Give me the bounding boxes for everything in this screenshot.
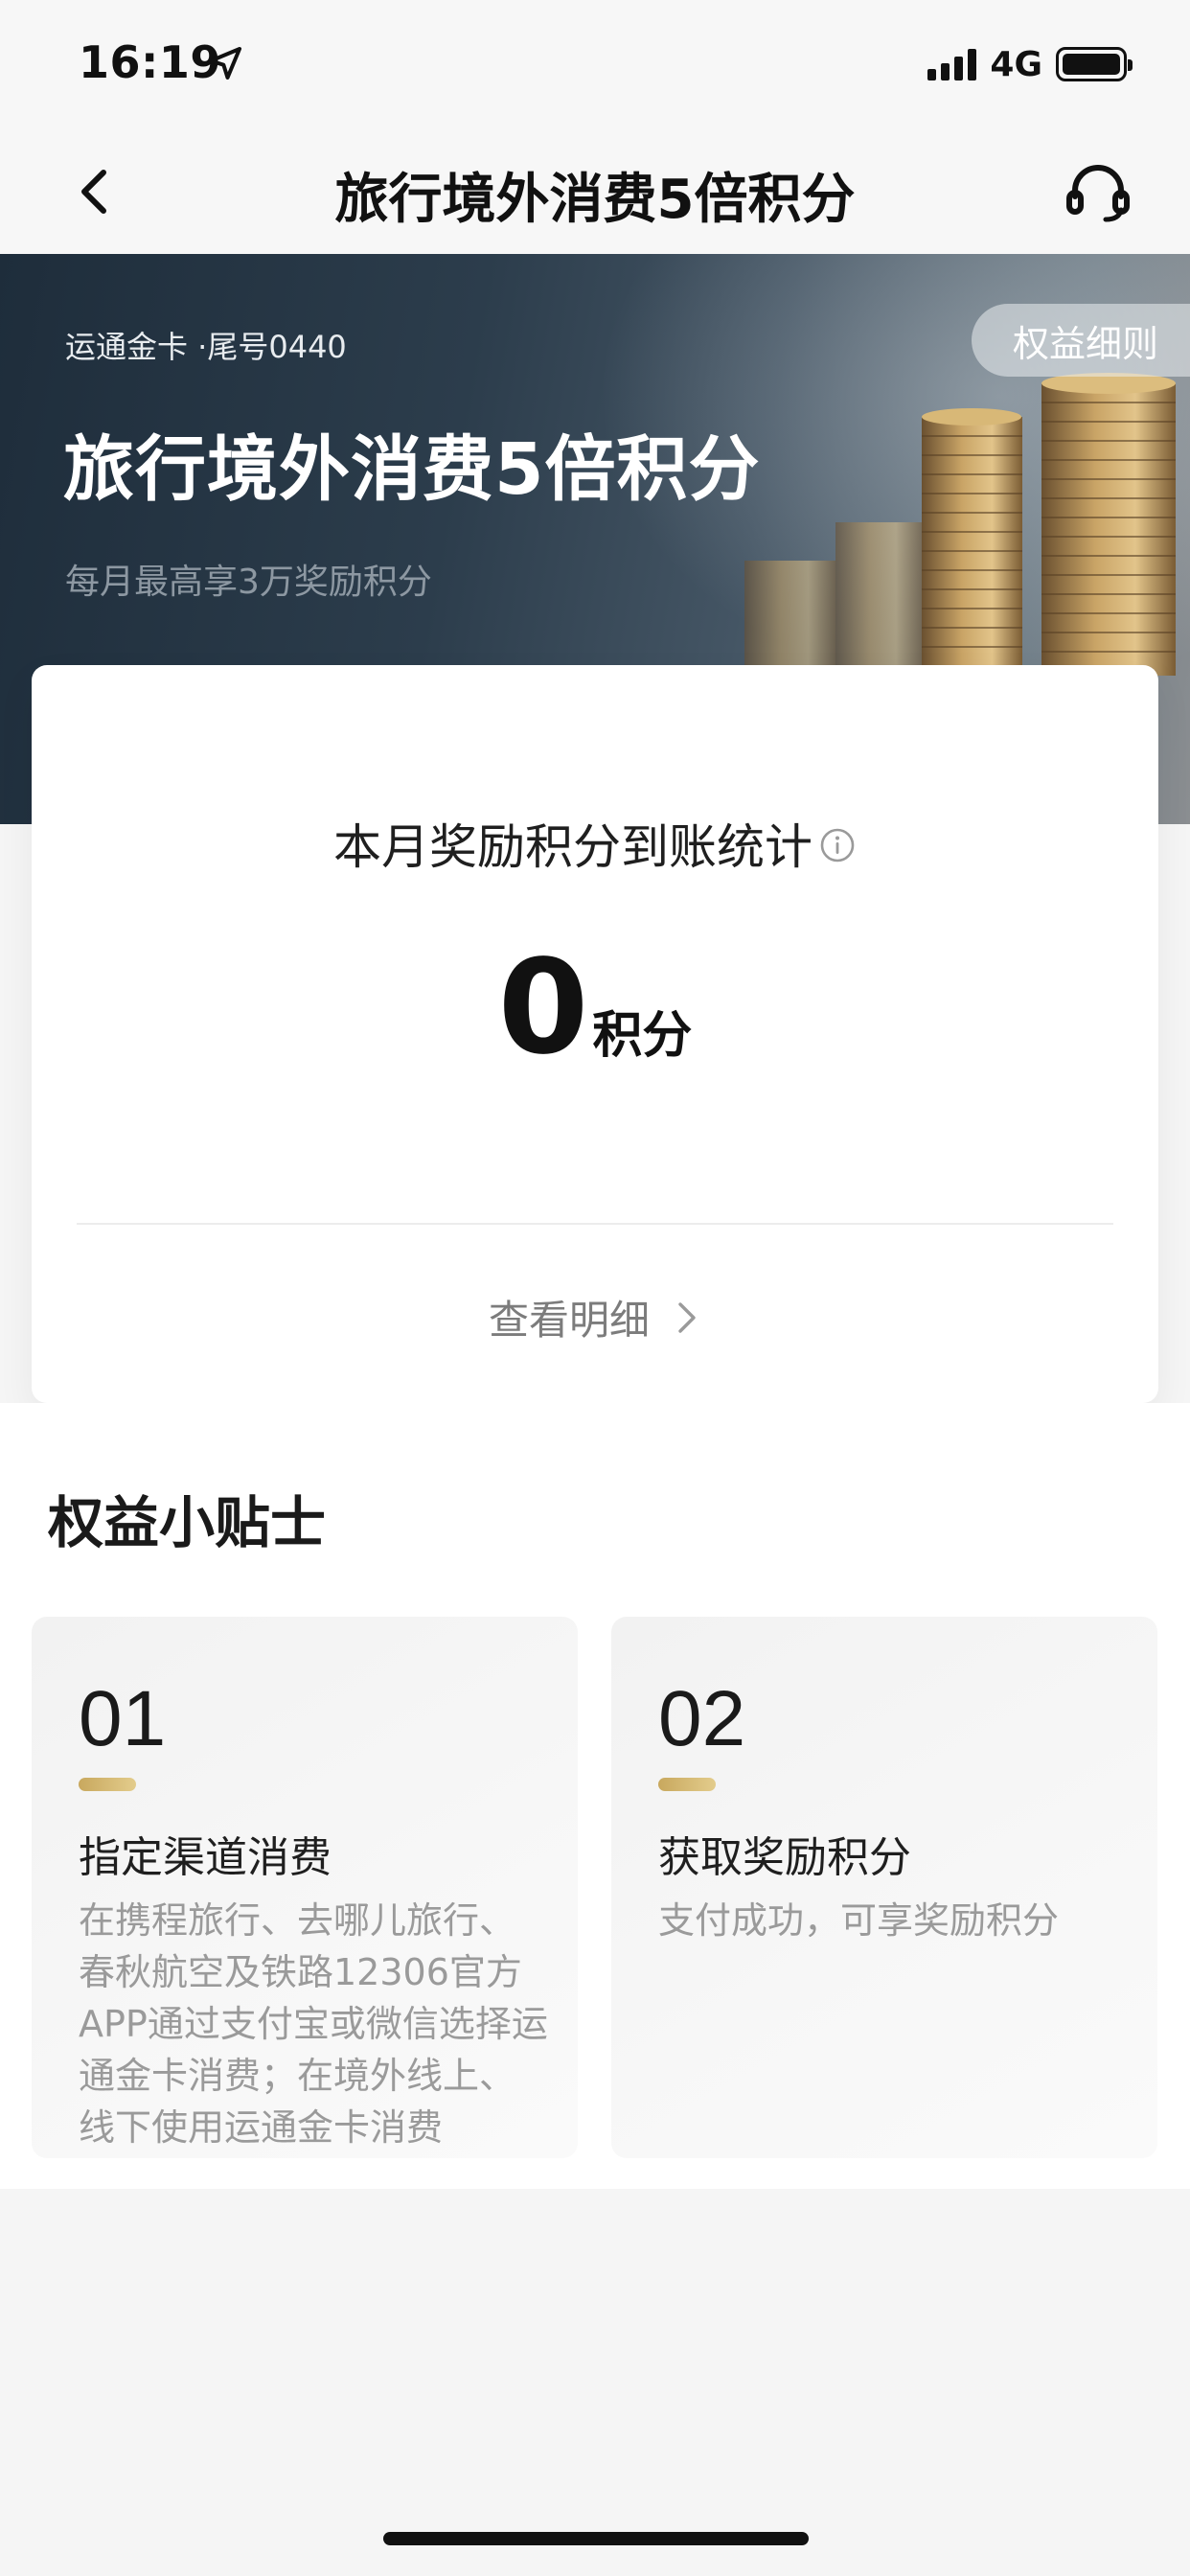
view-details-label: 查看明细: [488, 1297, 650, 1344]
tip-card-1: 01 指定渠道消费 在携程旅行、去哪儿旅行、春秋航空及铁路12306官方APP通…: [32, 1617, 578, 2158]
chevron-right-icon: [678, 1301, 696, 1333]
status-indicators: 4G: [927, 42, 1133, 86]
stats-title-row: 本月奖励积分到账统计: [32, 809, 1158, 878]
location-arrow-icon: [209, 47, 241, 80]
tip-number: 02: [658, 1675, 746, 1762]
hero-title: 旅行境外消费5倍积分: [63, 428, 761, 511]
divider: [77, 1223, 1113, 1225]
tip-card-2: 02 获取奖励积分 支付成功，可享奖励积分: [611, 1617, 1157, 2158]
tip-accent-bar: [658, 1778, 716, 1791]
home-indicator[interactable]: [383, 2532, 809, 2545]
network-type: 4G: [990, 44, 1042, 84]
points-unit: 积分: [592, 1007, 693, 1065]
info-circle-icon[interactable]: [818, 826, 857, 864]
tip-description: 在携程旅行、去哪儿旅行、春秋航空及铁路12306官方APP通过支付宝或微信选择运…: [79, 1899, 548, 2149]
bottom-area: [0, 2189, 1190, 2576]
points-stats-card: 本月奖励积分到账统计 0 积分 查看明细: [32, 665, 1158, 1403]
status-time: 16:19: [79, 36, 221, 88]
card-number: 运通金卡 ·尾号0440: [65, 329, 347, 365]
tips-heading: 权益小贴士: [48, 1490, 327, 1555]
tip-number: 01: [79, 1675, 167, 1762]
signal-bars-icon: [927, 48, 977, 80]
headset-icon[interactable]: [1062, 156, 1134, 229]
rules-button[interactable]: 权益细则: [972, 304, 1190, 377]
points-display: 0 积分: [32, 943, 1158, 1073]
tip-accent-bar: [79, 1778, 136, 1791]
hero-subtitle: 每月最高享3万奖励积分: [65, 563, 432, 602]
page-title: 旅行境外消费5倍积分: [334, 169, 856, 231]
tip-title: 获取奖励积分: [658, 1833, 911, 1882]
battery-icon: [1056, 47, 1133, 81]
tip-description: 支付成功，可享奖励积分: [658, 1899, 1060, 1942]
page: 16:19 4G 旅行境外消费5倍积分 运通金卡 ·尾号0440 旅行境外消费5…: [0, 0, 1190, 2576]
nav-bar: 旅行境外消费5倍积分: [0, 129, 1190, 254]
tip-title: 指定渠道消费: [79, 1833, 332, 1882]
view-details-link[interactable]: 查看明细: [32, 1288, 1158, 1346]
stats-title: 本月奖励积分到账统计: [333, 819, 812, 875]
status-bar: 16:19 4G: [0, 0, 1190, 129]
points-value: 0: [497, 932, 589, 1084]
